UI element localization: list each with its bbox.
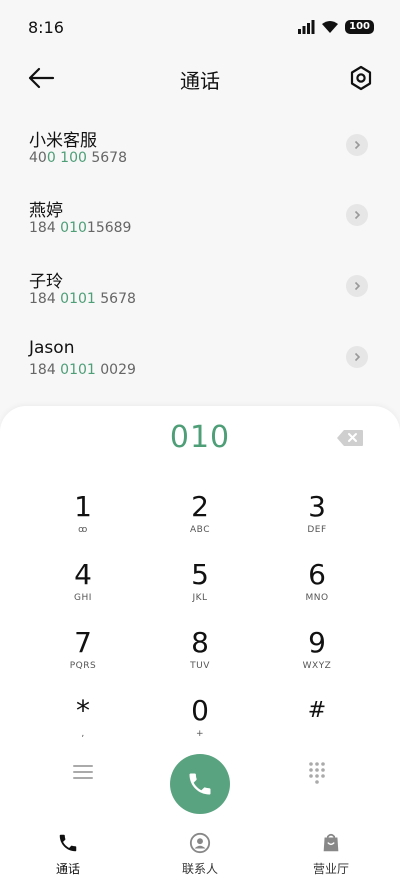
wifi-icon	[322, 21, 339, 33]
dialpad-grid-icon	[309, 762, 325, 784]
settings-icon	[350, 65, 372, 91]
status-bar: 8:16 100	[0, 0, 400, 56]
key-8[interactable]: 8 TUV	[155, 626, 245, 686]
contact-detail-button[interactable]	[346, 134, 368, 156]
contact-detail-button[interactable]	[346, 275, 368, 297]
page-title: 通话	[180, 69, 220, 93]
contact-row[interactable]: 小米客服 400 100 5678	[0, 112, 400, 172]
contact-name: 燕婷	[29, 201, 63, 221]
key-9[interactable]: 9 WXYZ	[272, 626, 362, 686]
contact-number: 184 0101 5678	[29, 291, 136, 307]
contact-number: 184 0101 0029	[29, 362, 136, 378]
nav-label: 营业厅	[312, 862, 349, 876]
bottom-nav: 通话 联系人 营业厅	[0, 826, 400, 889]
menu-button[interactable]	[70, 762, 96, 782]
key-6[interactable]: 6 MNO	[272, 558, 362, 618]
nav-label: 通话	[55, 862, 80, 876]
menu-icon	[73, 765, 93, 779]
nav-tab-store[interactable]: 营业厅	[281, 832, 381, 877]
contact-detail-button[interactable]	[346, 204, 368, 226]
nav-label: 联系人	[181, 862, 218, 876]
chevron-right-icon	[354, 281, 361, 291]
key-hash[interactable]: #	[272, 694, 362, 754]
battery-indicator: 100	[345, 20, 374, 34]
phone-call-icon	[189, 773, 211, 795]
contact-row[interactable]: 燕婷 184 01015689	[0, 182, 400, 242]
nav-tab-contacts[interactable]: 联系人	[150, 832, 250, 877]
key-1[interactable]: 1 ꝏ	[38, 490, 128, 550]
backspace-icon	[337, 430, 363, 446]
key-star[interactable]: * ,	[38, 694, 128, 754]
contact-name: 小米客服	[29, 131, 97, 151]
call-button[interactable]	[170, 754, 230, 814]
key-2[interactable]: 2 ABC	[155, 490, 245, 550]
store-icon	[323, 833, 339, 852]
phone-icon	[59, 834, 77, 852]
dialpad: 010 1 ꝏ 2 ABC 3 DEF 4 GHI 5 JKL 6 MNO 7 …	[0, 406, 400, 889]
key-5[interactable]: 5 JKL	[155, 558, 245, 618]
key-4[interactable]: 4 GHI	[38, 558, 128, 618]
chevron-right-icon	[354, 140, 361, 150]
contact-detail-button[interactable]	[346, 346, 368, 368]
backspace-button[interactable]	[336, 429, 364, 447]
chevron-right-icon	[354, 352, 361, 362]
settings-button[interactable]	[348, 64, 374, 92]
signal-icon	[298, 20, 315, 34]
contacts-icon	[189, 832, 211, 854]
key-7[interactable]: 7 PQRS	[38, 626, 128, 686]
voicemail-icon: ꝏ	[78, 525, 88, 535]
chevron-right-icon	[354, 210, 361, 220]
contact-number: 184 01015689	[29, 220, 132, 236]
key-0[interactable]: 0 +	[155, 694, 245, 754]
contact-row[interactable]: Jason 184 0101 0029	[0, 324, 400, 384]
nav-tab-calls[interactable]: 通话	[18, 832, 118, 877]
contact-number: 400 100 5678	[29, 150, 128, 166]
contact-name: 子玲	[29, 272, 63, 292]
status-icons: 100	[297, 20, 374, 34]
contact-row[interactable]: 子玲 184 0101 5678	[0, 253, 400, 313]
status-time: 8:16	[28, 18, 64, 37]
keypad-toggle-button[interactable]	[305, 760, 329, 784]
top-bar: 通话	[0, 56, 400, 100]
contact-name: Jason	[29, 338, 75, 358]
key-3[interactable]: 3 DEF	[272, 490, 362, 550]
